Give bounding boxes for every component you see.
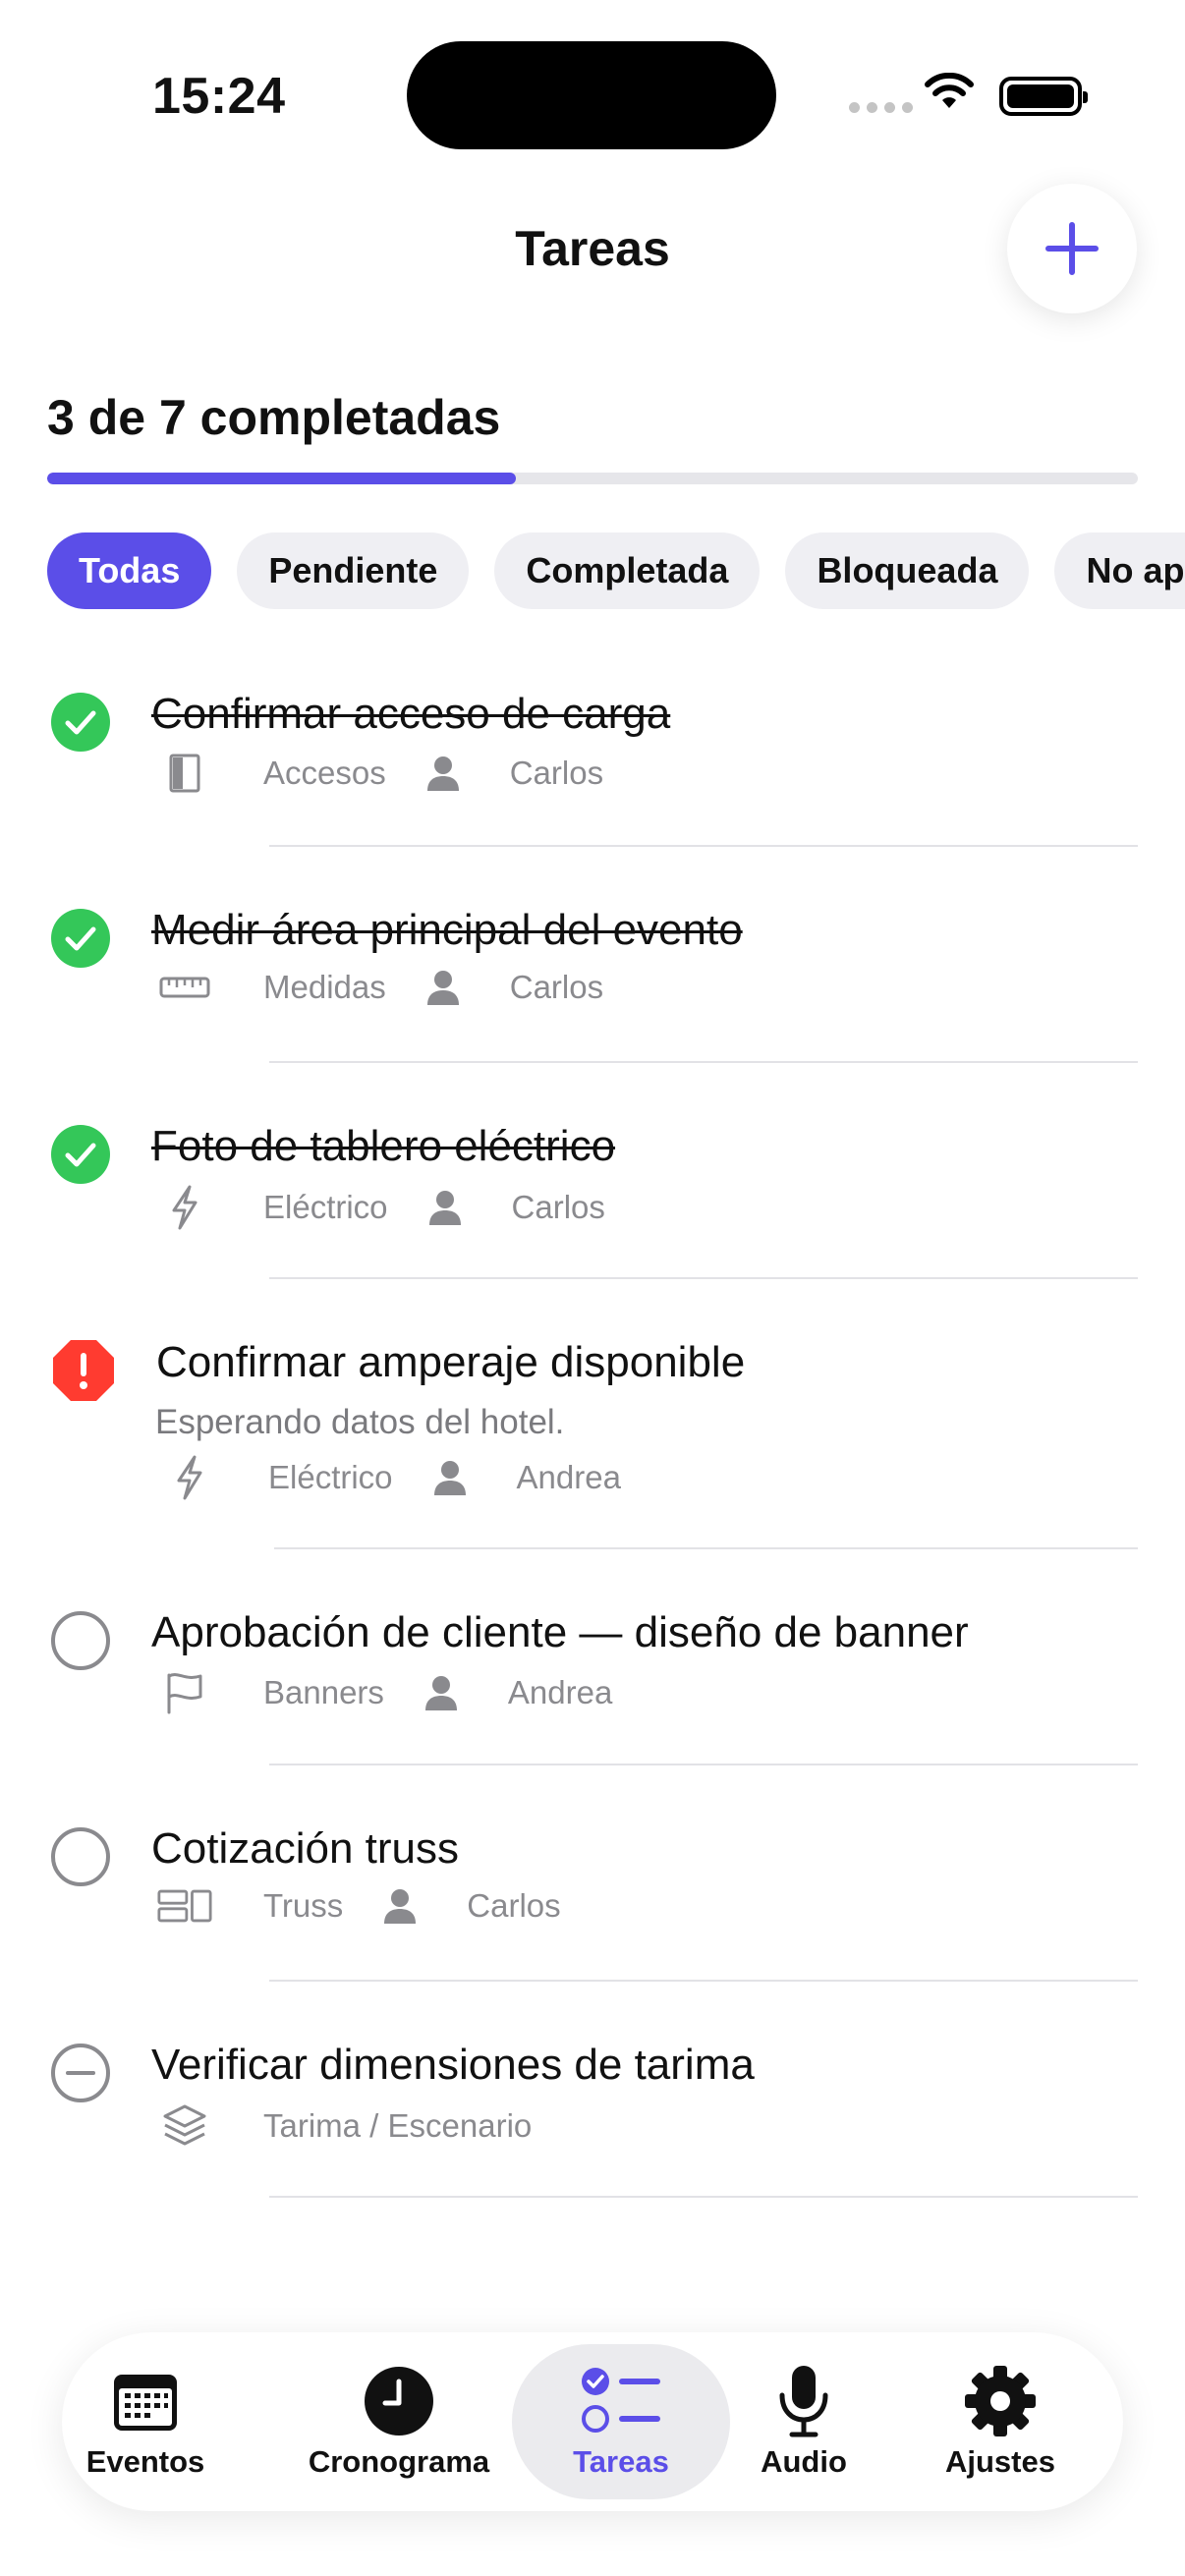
divider [269, 2196, 1138, 2198]
task-note: Esperando datos del hotel. [155, 1403, 565, 1441]
divider [269, 1764, 1138, 1765]
divider [274, 1547, 1138, 1549]
flag-icon [157, 1671, 212, 1714]
calendar-icon [111, 2364, 180, 2438]
task-assignee: Carlos [509, 755, 604, 791]
pending-circle-icon[interactable] [50, 1826, 111, 1887]
gear-icon [964, 2364, 1037, 2438]
task-assignee: Andrea [507, 1674, 613, 1710]
task-meta: Tarima / Escenario [157, 2103, 532, 2149]
person-icon [382, 1887, 418, 1925]
task-title: Verificar dimensiones de tarima [151, 2041, 755, 2089]
microphone-icon [777, 2364, 830, 2438]
person-icon [432, 1459, 468, 1496]
completed-check-icon[interactable] [50, 908, 111, 969]
task-category: Truss [263, 1887, 344, 1924]
task-category: Eléctrico [263, 1189, 388, 1225]
task-title: Foto de tablero eléctrico [151, 1122, 616, 1170]
task-title: Confirmar acceso de carga [151, 690, 671, 738]
truss-icon [157, 1888, 212, 1924]
task-assignee: Andrea [516, 1459, 621, 1495]
plus-icon [1045, 222, 1099, 275]
filter-chips: Todas Pendiente Completada Bloqueada No … [47, 532, 1185, 609]
add-task-button[interactable] [1007, 184, 1137, 313]
task-meta: Medidas Carlos [157, 969, 603, 1006]
tab-label: Cronograma [308, 2444, 490, 2479]
clock-icon [364, 2364, 434, 2438]
person-icon [423, 1674, 459, 1711]
completed-check-icon[interactable] [50, 692, 111, 753]
task-meta: Banners Andrea [157, 1671, 612, 1714]
divider [269, 1061, 1138, 1063]
battery-icon [999, 77, 1088, 116]
task-category: Eléctrico [268, 1459, 393, 1495]
task-category: Tarima / Escenario [263, 2107, 533, 2144]
blocked-octagon-icon[interactable] [51, 1338, 116, 1403]
task-assignee: Carlos [509, 969, 604, 1005]
task-title: Aprobación de cliente — diseño de banner [151, 1608, 969, 1656]
person-icon [425, 755, 461, 792]
checklist-icon [580, 2364, 662, 2438]
tab-tareas[interactable]: Tareas [512, 2344, 730, 2499]
divider [269, 1277, 1138, 1279]
wifi-icon [925, 73, 974, 108]
task-category: Accesos [263, 755, 386, 791]
door-icon [157, 753, 212, 794]
tab-label: Tareas [573, 2444, 669, 2479]
tab-label: Ajustes [945, 2444, 1055, 2479]
task-meta: Truss Carlos [157, 1887, 561, 1925]
filter-chip-bloqueada[interactable]: Bloqueada [785, 532, 1030, 609]
cellular-signal-icon [849, 102, 913, 113]
divider [269, 1980, 1138, 1982]
tab-audio[interactable]: Audio [750, 2344, 858, 2499]
dynamic-island [407, 41, 776, 149]
task-meta: Eléctrico Carlos [157, 1185, 605, 1230]
completed-check-icon[interactable] [50, 1124, 111, 1185]
not-applicable-minus-icon[interactable] [50, 2043, 111, 2103]
tab-bar: Eventos Cronograma Tareas Audio Ajustes [62, 2332, 1123, 2511]
filter-chip-todas[interactable]: Todas [47, 532, 212, 609]
filter-chip-no-aplica[interactable]: No apl [1054, 532, 1185, 609]
task-assignee: Carlos [467, 1887, 561, 1924]
divider [269, 845, 1138, 847]
person-icon [425, 969, 461, 1006]
task-category: Medidas [263, 969, 386, 1005]
layers-icon [157, 2103, 212, 2149]
task-title: Cotización truss [151, 1824, 460, 1873]
task-category: Banners [263, 1674, 384, 1710]
task-title: Medir área principal del evento [151, 906, 743, 954]
bolt-icon [157, 1185, 212, 1230]
tab-eventos[interactable]: Eventos [82, 2344, 209, 2499]
task-meta: Eléctrico Andrea [162, 1455, 621, 1500]
progress-bar [47, 473, 1138, 484]
person-icon [427, 1189, 463, 1226]
tab-ajustes[interactable]: Ajustes [936, 2344, 1064, 2499]
status-time: 15:24 [152, 68, 286, 125]
tab-cronograma[interactable]: Cronograma [306, 2344, 492, 2499]
progress-label: 3 de 7 completadas [47, 390, 501, 445]
ruler-icon [157, 976, 212, 999]
task-assignee: Carlos [511, 1189, 605, 1225]
filter-chip-completada[interactable]: Completada [494, 532, 761, 609]
filter-chip-pendiente[interactable]: Pendiente [237, 532, 470, 609]
tab-label: Eventos [85, 2444, 205, 2479]
tab-label: Audio [761, 2444, 847, 2479]
bolt-icon [162, 1455, 217, 1500]
progress-bar-fill [47, 473, 517, 484]
pending-circle-icon[interactable] [50, 1610, 111, 1671]
task-title: Confirmar amperaje disponible [156, 1338, 746, 1386]
task-meta: Accesos Carlos [157, 753, 603, 794]
